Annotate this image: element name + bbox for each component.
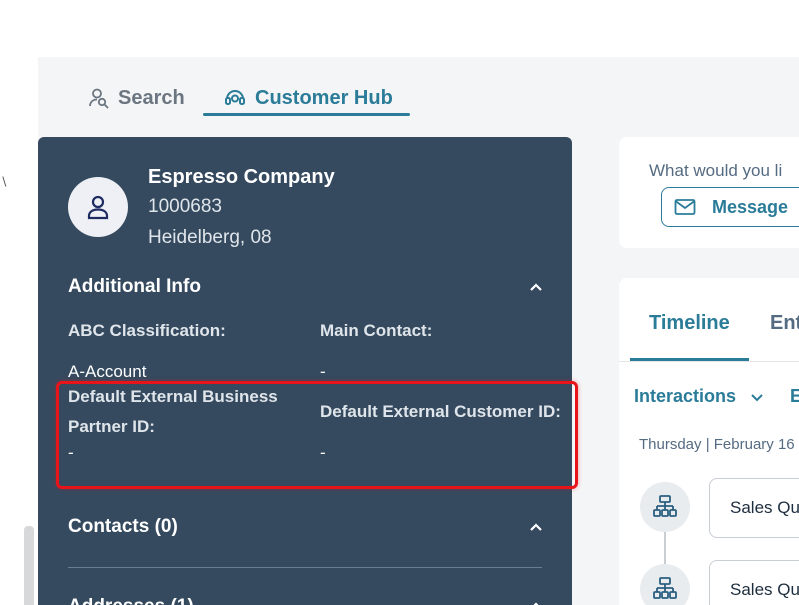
tab-search-label: Search bbox=[118, 86, 185, 109]
message-button[interactable]: Message bbox=[661, 187, 799, 227]
contacts-title: Contacts (0) bbox=[68, 516, 178, 537]
active-tab-indicator bbox=[203, 113, 410, 116]
chevron-up-icon[interactable] bbox=[528, 519, 544, 535]
timeline-item[interactable]: Sales Qu bbox=[709, 478, 799, 538]
user-icon bbox=[87, 195, 109, 220]
additional-info-title: Additional Info bbox=[68, 276, 201, 297]
message-button-label: Message bbox=[712, 196, 789, 217]
timeline-item[interactable]: Sales Qu bbox=[709, 560, 799, 605]
account-id: 1000683 bbox=[148, 196, 222, 217]
addresses-title: Addresses (1) bbox=[68, 596, 194, 605]
tab-bar-divider bbox=[619, 361, 799, 362]
tab-timeline[interactable]: Timeline bbox=[649, 312, 730, 335]
abc-classification-value: A-Account bbox=[68, 362, 147, 381]
actions-prompt: What would you li bbox=[649, 161, 783, 180]
app-screen: ∖ Search Customer Hub Espresso Company 1… bbox=[0, 0, 799, 605]
user-search-icon bbox=[88, 87, 110, 109]
tab-customer-hub-label: Customer Hub bbox=[255, 86, 393, 109]
abc-classification-label: ABC Classification: bbox=[68, 321, 226, 340]
sales-quote-icon bbox=[640, 482, 690, 532]
account-name: Espresso Company bbox=[148, 166, 335, 188]
headset-icon bbox=[223, 86, 247, 110]
main-contact-value: - bbox=[320, 362, 326, 381]
chevron-up-icon[interactable] bbox=[528, 279, 544, 295]
main-contact-label: Main Contact: bbox=[320, 321, 433, 340]
secondary-filter[interactable]: E bbox=[790, 386, 799, 407]
tab-ent[interactable]: Ent bbox=[770, 312, 799, 335]
timeline-date: Thursday | February 16 bbox=[639, 436, 795, 453]
scrollbar-thumb[interactable] bbox=[24, 526, 34, 605]
account-location: Heidelberg, 08 bbox=[148, 227, 272, 248]
avatar bbox=[68, 177, 128, 237]
tab-customer-hub[interactable]: Customer Hub bbox=[223, 80, 393, 116]
interactions-filter-label: Interactions bbox=[634, 386, 737, 406]
highlight-box bbox=[56, 381, 578, 489]
tab-search[interactable]: Search bbox=[88, 80, 185, 116]
interactions-filter[interactable]: Interactions bbox=[634, 386, 764, 407]
timeline-connector bbox=[664, 532, 666, 566]
chevron-down-icon bbox=[751, 393, 763, 401]
chevron-up-icon[interactable] bbox=[528, 598, 544, 605]
edge-glyph: ∖ bbox=[0, 175, 8, 189]
envelope-icon bbox=[674, 199, 696, 215]
section-divider bbox=[68, 567, 542, 568]
